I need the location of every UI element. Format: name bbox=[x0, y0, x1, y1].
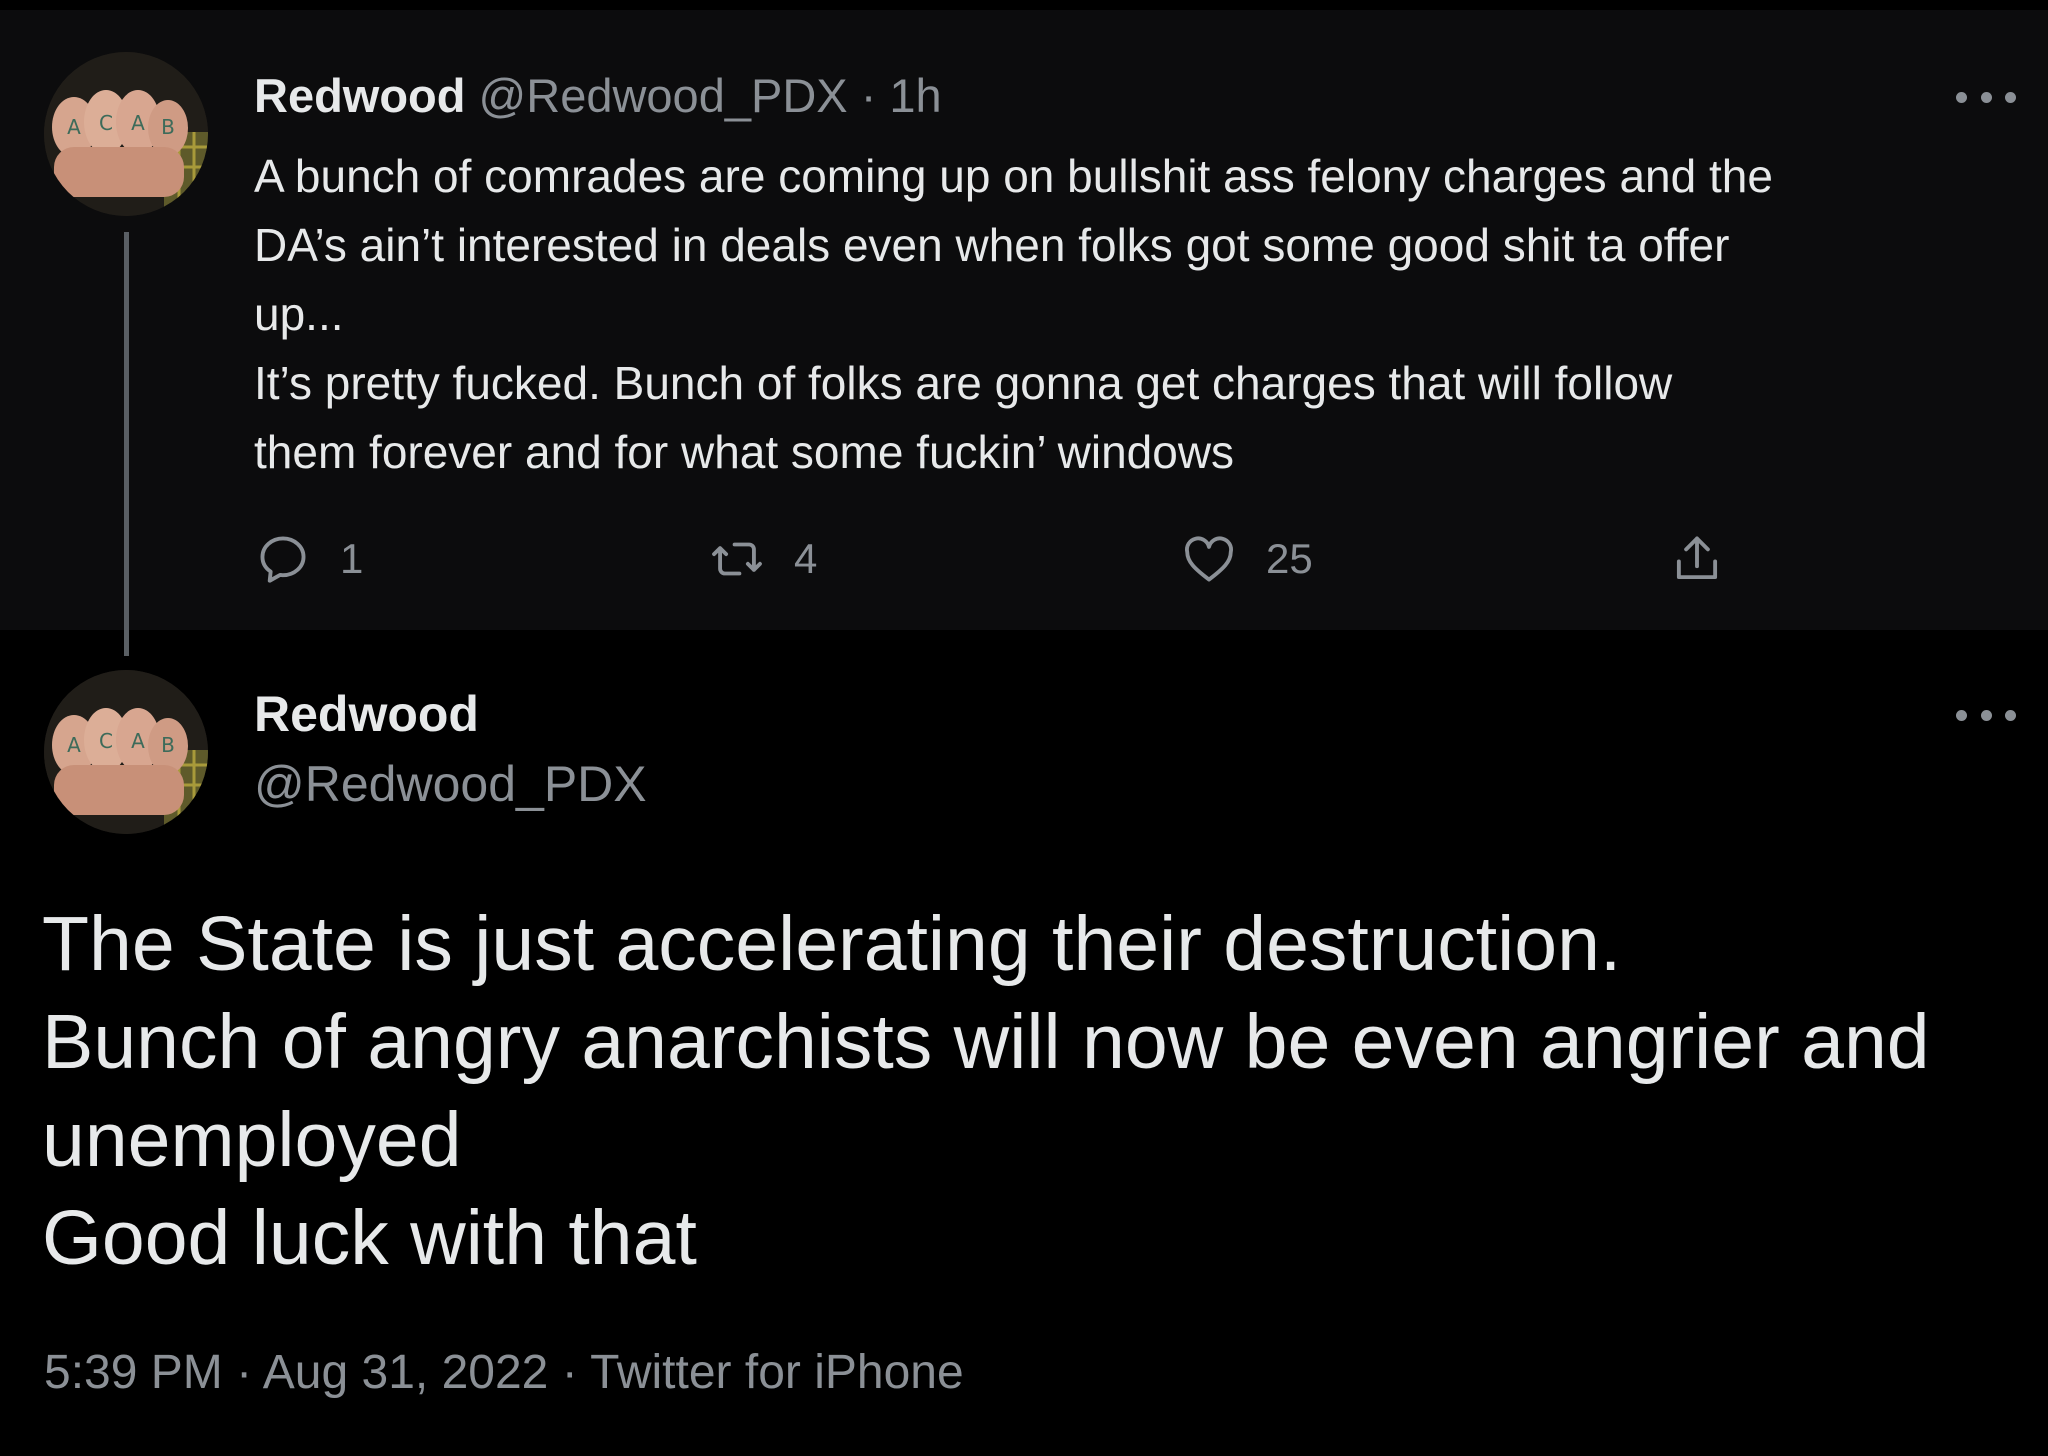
svg-text:A: A bbox=[131, 111, 145, 135]
tweet-text-line: Good luck with that bbox=[42, 1195, 697, 1281]
tweet-metadata: 5:39 PM · Aug 31, 2022 · Twitter for iPh… bbox=[44, 1345, 964, 1400]
tweet-timestamp[interactable]: 5:39 PM bbox=[44, 1346, 223, 1399]
retweet-count: 4 bbox=[794, 535, 818, 582]
tweet-date[interactable]: Aug 31, 2022 bbox=[263, 1346, 549, 1399]
user-handle[interactable]: @Redwood_PDX bbox=[254, 755, 647, 813]
more-icon[interactable] bbox=[1956, 82, 2016, 112]
svg-text:C: C bbox=[99, 111, 113, 135]
svg-text:A: A bbox=[67, 115, 81, 139]
tweet-text: A bunch of comrades are coming up on bul… bbox=[254, 142, 1994, 487]
user-handle[interactable]: @Redwood_PDX bbox=[479, 69, 848, 122]
tweet-text-line: unemployed bbox=[42, 1097, 462, 1183]
svg-text:B: B bbox=[161, 115, 175, 139]
reply-icon bbox=[260, 536, 306, 583]
tweet-header: Redwood @Redwood_PDX · 1h bbox=[254, 68, 942, 123]
retweet-button[interactable]: 4 bbox=[708, 530, 817, 588]
tweet-text-line: them forever and for what some fuckin’ w… bbox=[254, 426, 1235, 478]
separator: · bbox=[236, 1346, 253, 1399]
svg-text:B: B bbox=[161, 733, 175, 757]
svg-text:A: A bbox=[131, 729, 145, 753]
tweet-text-line: It’s pretty fucked. Bunch of folks are g… bbox=[254, 357, 1673, 409]
tweet-text: The State is just accelerating their des… bbox=[42, 895, 2032, 1287]
retweet-icon bbox=[712, 542, 762, 576]
more-icon[interactable] bbox=[1956, 700, 2016, 730]
parent-tweet[interactable]: A C A B Redwood @Redwood_PDX · 1h A bunc… bbox=[0, 10, 2048, 630]
display-name[interactable]: Redwood bbox=[254, 69, 465, 122]
svg-text:A: A bbox=[67, 733, 81, 757]
tweet-text-line: A bunch of comrades are coming up on bul… bbox=[254, 150, 1773, 202]
tweet-actions: 1 4 25 bbox=[0, 530, 2048, 600]
like-button[interactable]: 25 bbox=[1180, 530, 1313, 588]
display-name[interactable]: Redwood bbox=[254, 685, 479, 743]
tweet-text-line: up... bbox=[254, 288, 344, 340]
share-button[interactable] bbox=[1668, 530, 1754, 588]
share-icon bbox=[1676, 536, 1718, 580]
avatar[interactable]: A C A B bbox=[44, 670, 208, 834]
reply-button[interactable]: 1 bbox=[254, 530, 363, 588]
thread-connector-line bbox=[124, 232, 129, 656]
like-count: 25 bbox=[1266, 535, 1313, 582]
svg-text:C: C bbox=[99, 729, 113, 753]
reply-count: 1 bbox=[340, 535, 364, 582]
separator: · bbox=[860, 69, 877, 122]
like-icon bbox=[1185, 536, 1233, 582]
tweet-time[interactable]: 1h bbox=[889, 69, 941, 122]
tweet-text-line: The State is just accelerating their des… bbox=[42, 901, 1622, 987]
avatar[interactable]: A C A B bbox=[44, 52, 208, 216]
separator: · bbox=[561, 1346, 578, 1399]
tweet-source[interactable]: Twitter for iPhone bbox=[590, 1346, 964, 1399]
tweet-text-line: Bunch of angry anarchists will now be ev… bbox=[42, 999, 1930, 1085]
tweet-text-line: DA’s ain’t interested in deals even when… bbox=[254, 219, 1730, 271]
